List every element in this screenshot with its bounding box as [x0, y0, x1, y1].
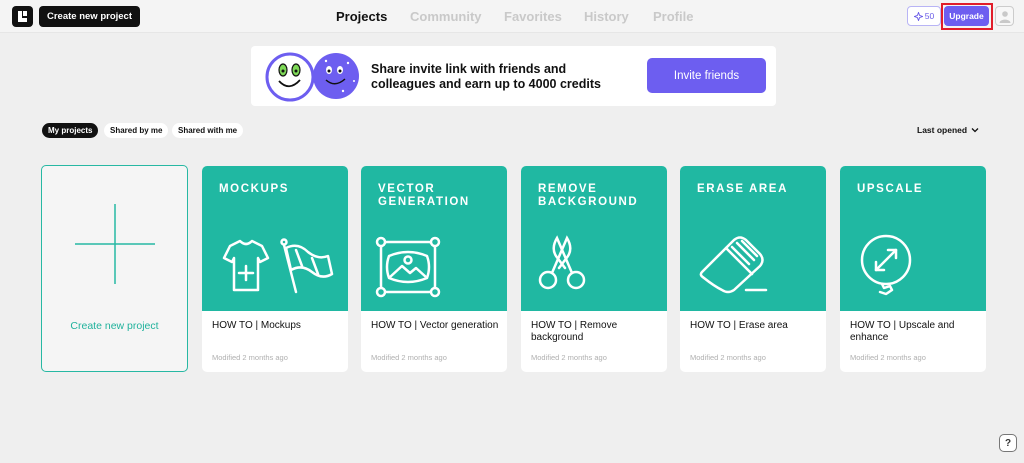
filter-shared-by-me[interactable]: Shared by me	[104, 123, 169, 138]
project-title: HOW TO | Remove background	[531, 320, 618, 343]
thumbnail-title: REMOVE BACKGROUND	[538, 183, 639, 208]
thumbnail-title: MOCKUPS	[219, 183, 289, 195]
help-button[interactable]: ?	[999, 434, 1017, 452]
vector-image-icon	[375, 236, 441, 298]
tab-history[interactable]: History	[584, 9, 629, 24]
tab-profile[interactable]: Profile	[653, 9, 693, 24]
project-modified: Modified 2 months ago	[531, 353, 607, 362]
tab-favorites[interactable]: Favorites	[504, 9, 562, 24]
project-modified: Modified 2 months ago	[371, 353, 447, 362]
project-thumbnail: MOCKUPS	[202, 166, 348, 311]
credits-badge[interactable]: 50	[907, 6, 941, 26]
chevron-down-icon	[971, 128, 979, 133]
sparkle-icon	[913, 11, 923, 21]
top-bar: Create new project Projects Community Fa…	[0, 0, 1024, 33]
sort-dropdown[interactable]: Last opened	[917, 125, 979, 135]
banner-message: Share invite link with friends and colle…	[371, 62, 601, 91]
tab-projects[interactable]: Projects	[336, 9, 387, 24]
filter-my-projects[interactable]: My projects	[42, 123, 99, 138]
user-icon	[999, 10, 1010, 23]
project-title: HOW TO | Upscale and enhance	[850, 320, 955, 343]
invite-friends-button[interactable]: Invite friends	[647, 58, 766, 93]
project-card-vector-generation[interactable]: VECTOR GENERATION HOW TO | Vector genera…	[361, 166, 507, 372]
filter-shared-with-me[interactable]: Shared with me	[172, 123, 244, 138]
tshirt-flag-icon	[222, 238, 334, 294]
project-thumbnail: UPSCALE	[840, 166, 986, 311]
upgrade-button[interactable]: Upgrade	[944, 6, 989, 26]
plus-icon	[75, 204, 155, 284]
create-new-project-card[interactable]: Create new project	[41, 165, 188, 372]
project-thumbnail: ERASE AREA	[680, 166, 826, 311]
invite-banner: Share invite link with friends and colle…	[251, 46, 776, 106]
project-thumbnail: REMOVE BACKGROUND	[521, 166, 667, 311]
thumbnail-title: UPSCALE	[857, 183, 924, 195]
sort-label: Last opened	[917, 125, 968, 135]
avatar[interactable]	[995, 6, 1014, 26]
project-card-remove-background[interactable]: REMOVE BACKGROUND HOW TO | Remove backgr…	[521, 166, 667, 372]
credits-count: 50	[924, 11, 935, 21]
project-modified: Modified 2 months ago	[690, 353, 766, 362]
project-title: HOW TO | Vector generation	[371, 320, 499, 331]
eraser-icon	[699, 236, 768, 294]
upscale-icon	[860, 234, 912, 296]
create-project-button[interactable]: Create new project	[39, 6, 140, 27]
project-modified: Modified 2 months ago	[850, 353, 926, 362]
project-card-upscale[interactable]: UPSCALE HOW TO | Upscale and enhance Mod…	[840, 166, 986, 372]
logo-icon[interactable]	[12, 6, 33, 27]
project-card-mockups[interactable]: MOCKUPS HOW TO | Mockups Modified 2 mont…	[202, 166, 348, 372]
smiley-faces-illustration	[265, 52, 359, 102]
create-new-project-label: Create new project	[70, 320, 159, 332]
thumbnail-title: VECTOR GENERATION	[378, 183, 470, 208]
tab-community[interactable]: Community	[410, 9, 482, 24]
project-thumbnail: VECTOR GENERATION	[361, 166, 507, 311]
project-title: HOW TO | Erase area	[690, 320, 788, 331]
scissors-icon	[538, 235, 586, 290]
project-modified: Modified 2 months ago	[212, 353, 288, 362]
project-title: HOW TO | Mockups	[212, 320, 301, 331]
thumbnail-title: ERASE AREA	[697, 183, 788, 195]
project-card-erase-area[interactable]: ERASE AREA HOW TO | Erase area Modified …	[680, 166, 826, 372]
